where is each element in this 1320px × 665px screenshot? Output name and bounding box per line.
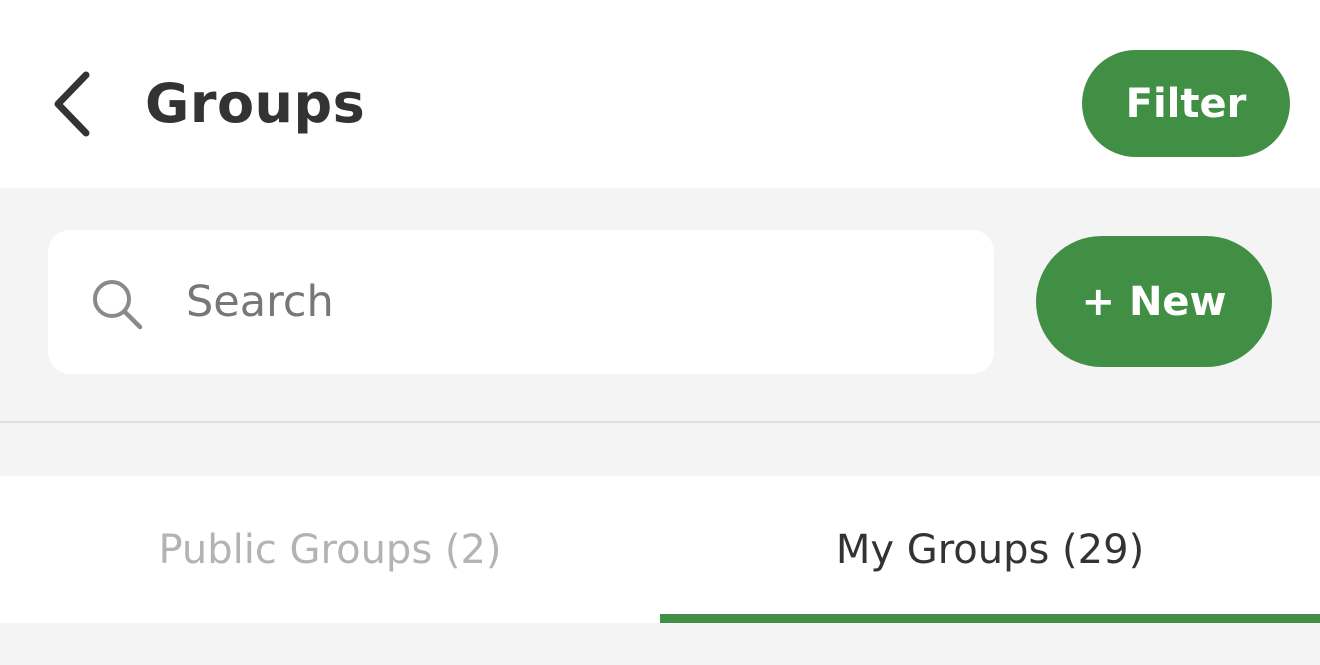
filter-button[interactable]: Filter — [1082, 50, 1290, 157]
tab-my-groups[interactable]: My Groups (29) — [660, 476, 1320, 623]
search-input[interactable] — [186, 270, 966, 334]
active-tab-indicator — [660, 614, 1320, 623]
search-icon — [93, 280, 143, 330]
new-group-button[interactable]: + New — [1036, 236, 1272, 367]
search-toolbar: + New — [0, 188, 1320, 423]
tab-public-groups[interactable]: Public Groups (2) — [0, 476, 660, 623]
search-box[interactable] — [48, 230, 994, 374]
back-button[interactable] — [36, 62, 108, 146]
app-header: Groups Filter — [0, 0, 1320, 188]
chevron-left-icon — [54, 71, 90, 137]
tab-bar: Public Groups (2) My Groups (29) — [0, 476, 1320, 623]
page-title: Groups — [145, 72, 366, 135]
